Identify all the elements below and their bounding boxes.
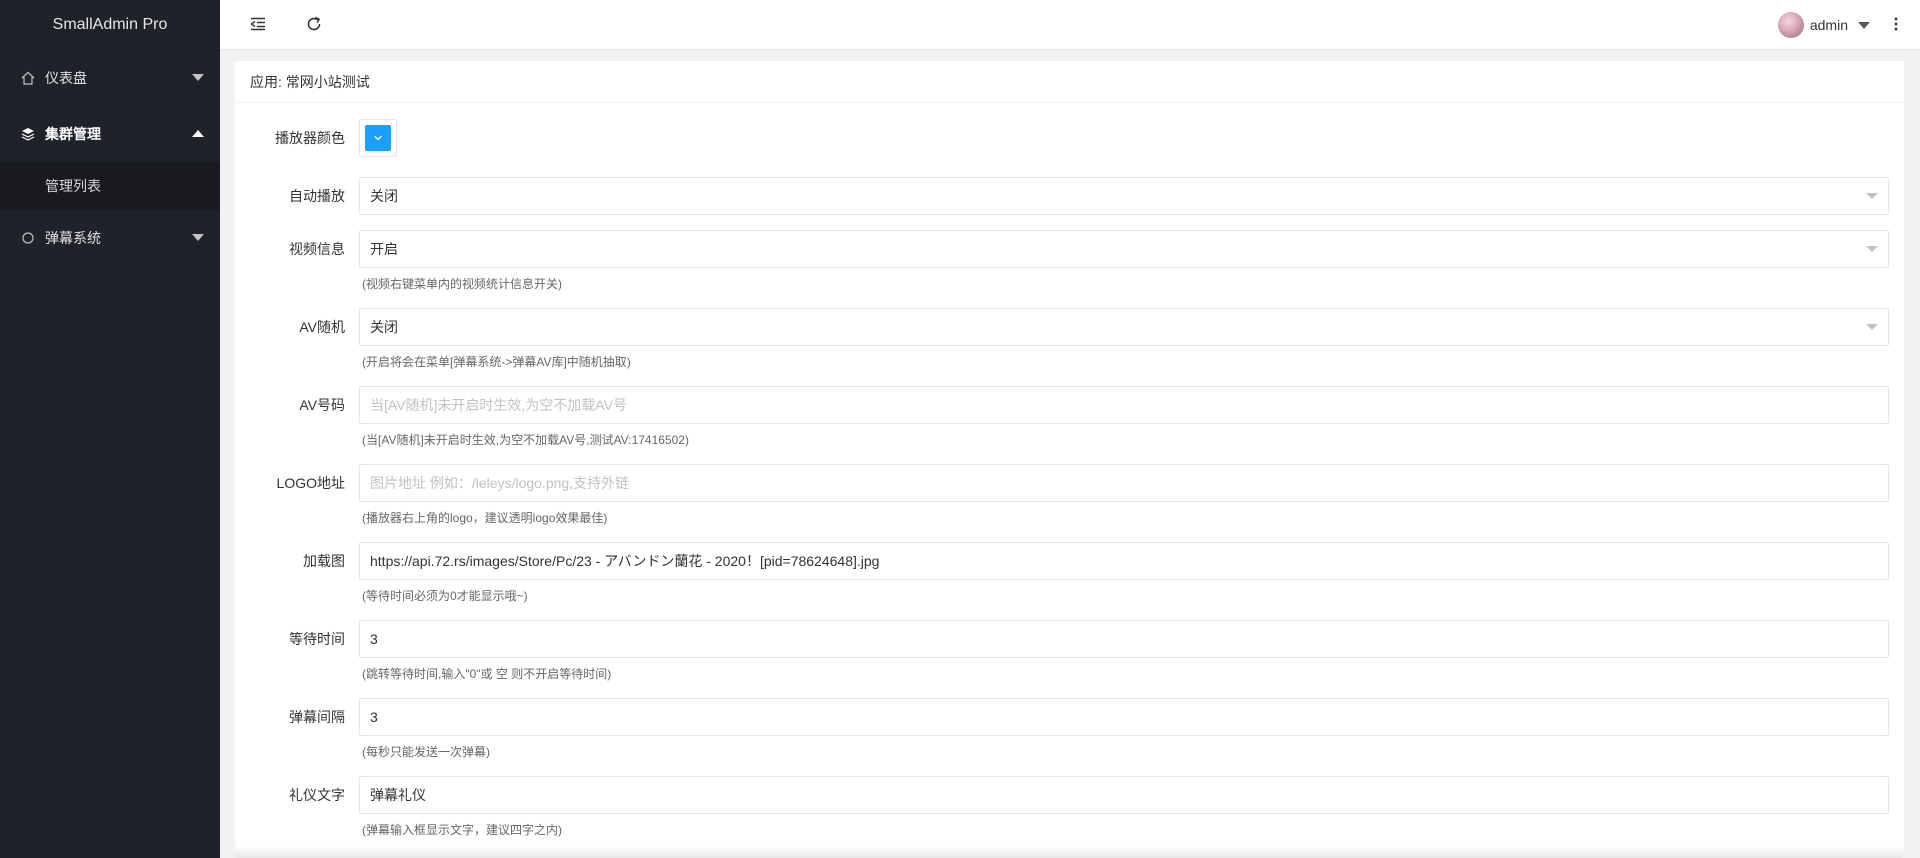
field-hint: (开启将会在菜单[弹幕系统->弹幕AV库]中随机抽取)	[362, 355, 631, 369]
sidebar-item-label: 仪表盘	[45, 70, 87, 86]
autoplay-select[interactable]: 关闭	[359, 177, 1889, 215]
sidebar: SmallAdmin Pro 仪表盘 集群管理 管理列表 弹幕系统	[0, 0, 220, 858]
caret-down-icon	[1858, 21, 1870, 29]
field-hint: (播放器右上角的logo，建议透明logo效果最佳)	[362, 511, 608, 525]
loading-image-input[interactable]	[370, 543, 1888, 579]
field-hint: (等待时间必须为0才能显示哦~)	[362, 589, 528, 603]
sidebar-item-cluster[interactable]: 集群管理	[0, 106, 220, 162]
field-label: AV号码	[299, 397, 345, 413]
refresh-button[interactable]	[289, 0, 339, 50]
more-vertical-icon	[1894, 17, 1898, 34]
field-label: 加载图	[303, 553, 345, 569]
settings-card: 应用: 常网小站测试 播放器颜色 自动播放 关闭 视频信息 开启 (视频右键菜单…	[235, 61, 1904, 858]
user-menu[interactable]: admin	[1777, 0, 1870, 50]
home-icon	[20, 50, 36, 106]
layers-icon	[20, 106, 36, 162]
field-label: 弹幕间隔	[289, 709, 345, 725]
circle-icon	[20, 210, 36, 266]
card-title: 应用: 常网小站测试	[235, 61, 1904, 103]
field-label: 礼仪文字	[289, 787, 345, 803]
sidebar-item-dashboard[interactable]: 仪表盘	[0, 50, 220, 106]
field-label: AV随机	[299, 319, 345, 335]
scroll-fade	[235, 846, 1904, 858]
chevron-up-icon	[192, 130, 204, 137]
etiquette-text-field[interactable]	[359, 776, 1889, 814]
color-picker[interactable]	[359, 119, 397, 157]
loading-image-field[interactable]	[359, 542, 1889, 580]
chevron-down-icon	[1866, 246, 1878, 252]
color-swatch	[365, 125, 391, 151]
collapse-sidebar-button[interactable]	[233, 0, 283, 50]
select-value: 关闭	[370, 319, 398, 335]
field-label: 播放器颜色	[275, 130, 345, 146]
field-hint: (跳转等待时间,输入"0"或 空 则不开启等待时间)	[362, 667, 612, 681]
field-hint: (当[AV随机]未开启时生效,为空不加载AV号,测试AV:17416502)	[362, 433, 689, 447]
field-label: 等待时间	[289, 631, 345, 647]
danmaku-interval-input[interactable]	[370, 699, 1888, 735]
select-value: 关闭	[370, 188, 398, 204]
wait-time-input[interactable]	[370, 621, 1888, 657]
user-name: admin	[1809, 17, 1848, 33]
chevron-down-icon	[1866, 324, 1878, 330]
etiquette-text-input[interactable]	[370, 777, 1888, 813]
wait-time-field[interactable]	[359, 620, 1889, 658]
indent-icon	[250, 17, 266, 34]
logo-url-field[interactable]	[359, 464, 1889, 502]
sidebar-item-danmaku[interactable]: 弹幕系统	[0, 210, 220, 266]
logo-url-input[interactable]	[370, 465, 1888, 501]
sidebar-submenu: 管理列表	[0, 162, 220, 210]
sidebar-item-label: 弹幕系统	[45, 230, 101, 246]
field-label: LOGO地址	[276, 475, 345, 491]
more-button[interactable]	[1886, 0, 1906, 50]
av-random-select[interactable]: 关闭	[359, 308, 1889, 346]
field-hint: (视频右键菜单内的视频统计信息开关)	[362, 277, 562, 291]
chevron-down-icon	[192, 234, 204, 241]
field-hint: (每秒只能发送一次弹幕)	[362, 745, 490, 759]
brand-logo[interactable]: SmallAdmin Pro	[0, 0, 220, 50]
field-label: 自动播放	[289, 188, 345, 204]
chevron-down-icon	[192, 74, 204, 81]
video-info-select[interactable]: 开启	[359, 230, 1889, 268]
refresh-icon	[306, 16, 322, 35]
select-value: 开启	[370, 241, 398, 257]
avatar	[1777, 12, 1804, 38]
chevron-down-icon	[1866, 193, 1878, 199]
sidebar-item-manage-list[interactable]: 管理列表	[0, 162, 220, 210]
av-number-input[interactable]	[370, 387, 1888, 423]
av-number-field[interactable]	[359, 386, 1889, 424]
sidebar-item-label: 集群管理	[45, 126, 101, 142]
top-header: admin	[220, 0, 1920, 50]
field-label: 视频信息	[289, 241, 345, 257]
chevron-down-icon	[374, 135, 382, 141]
danmaku-interval-field[interactable]	[359, 698, 1889, 736]
field-hint: (弹幕输入框显示文字，建议四字之内)	[362, 823, 562, 837]
